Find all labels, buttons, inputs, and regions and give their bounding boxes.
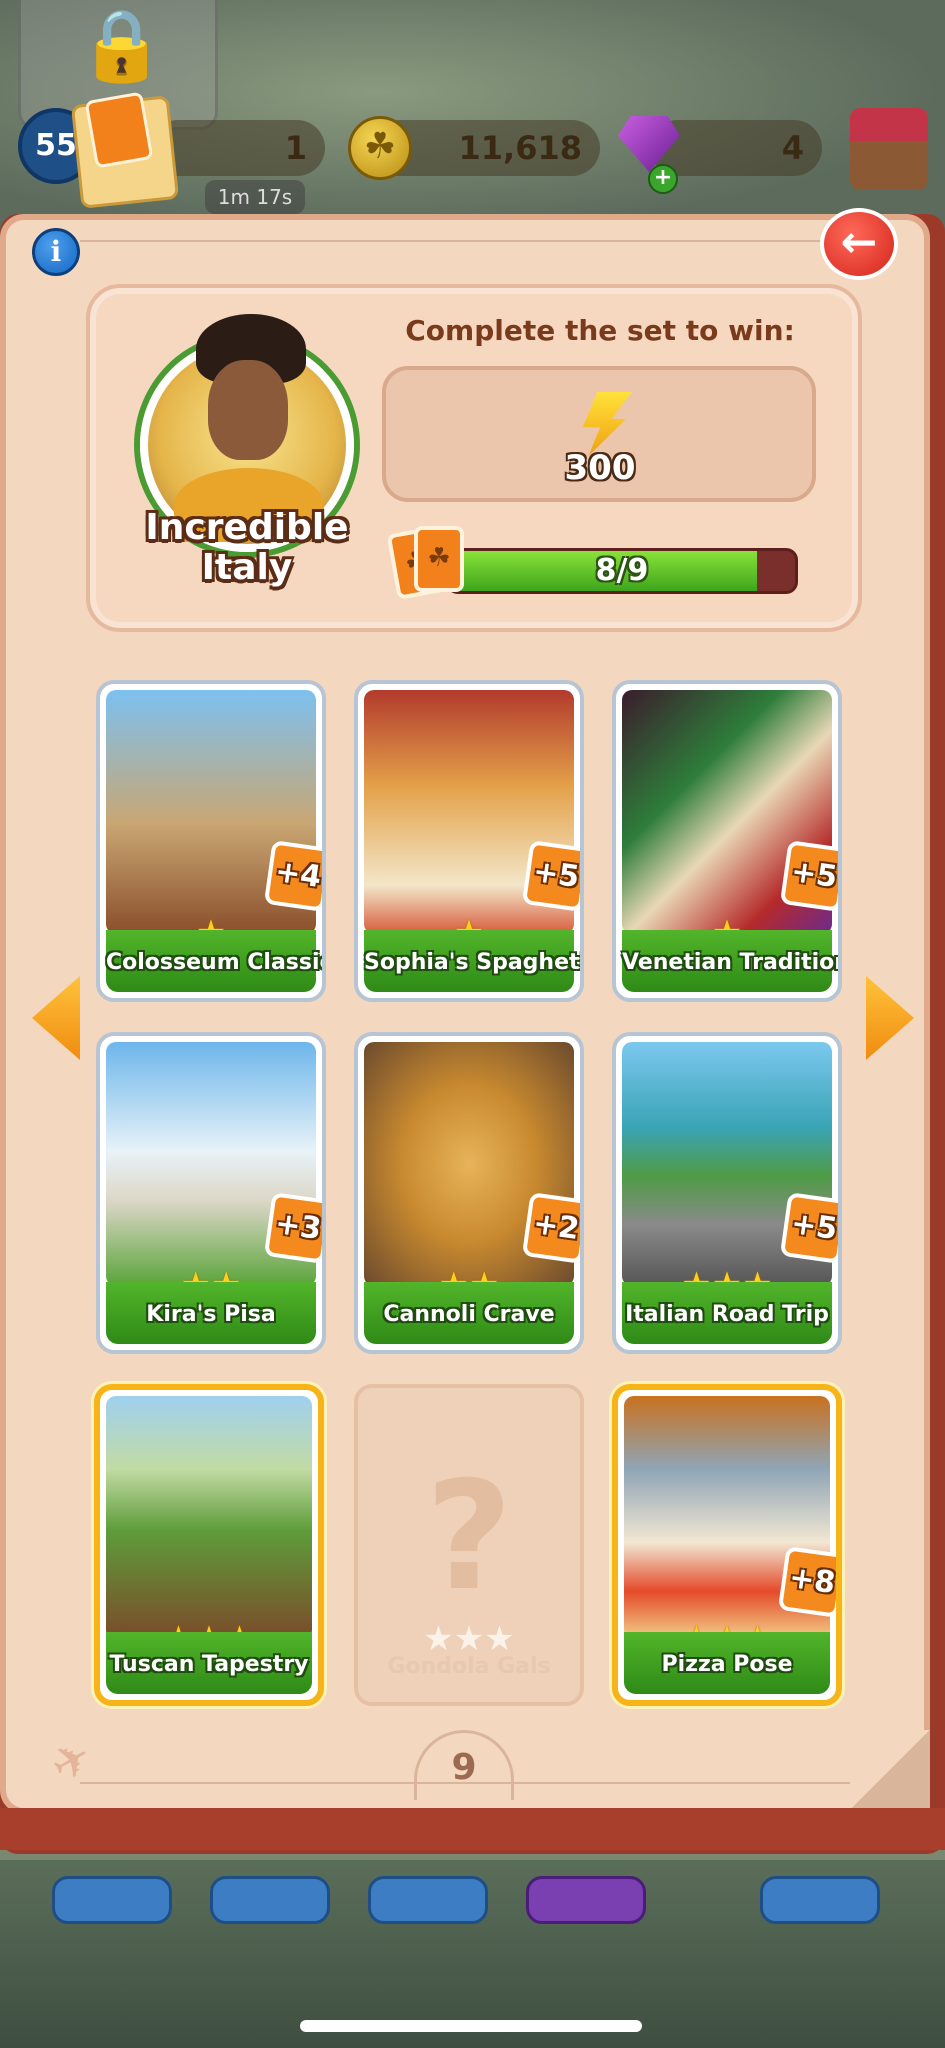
duplicate-count-badge: +5 (521, 840, 580, 912)
card-name: Tuscan Tapestry (106, 1632, 312, 1694)
portrait-face (208, 360, 288, 460)
set-progress-text: 8/9 (595, 553, 649, 588)
page-divider-top (80, 240, 830, 242)
card-gondola-gals-missing[interactable]: ? ★★★ Gondola Gals (354, 1384, 584, 1706)
card-venetian-tradition[interactable]: ★ +5 Venetian Tradition (612, 680, 842, 1002)
coin-icon: ☘ (348, 116, 412, 180)
padlock-icon: 🔒 (78, 4, 166, 86)
shop-stall-icon[interactable] (850, 108, 928, 190)
card-stack-icon: ☘ ☘ (386, 526, 472, 606)
duplicate-count-badge: +2 (521, 1192, 580, 1264)
card-name: Venetian Tradition (622, 930, 838, 992)
bottom-nav-tab[interactable] (526, 1876, 646, 1924)
card-name: Pizza Pose (624, 1632, 830, 1694)
pack-timer: 1m 17s (205, 180, 305, 214)
bottom-nav-tab[interactable] (210, 1876, 330, 1924)
card-art (106, 1396, 312, 1640)
card-name: Sophia's Spaghetti (364, 930, 580, 992)
page-curl[interactable] (850, 1730, 930, 1810)
add-gems-button[interactable]: + (648, 164, 678, 194)
card-colosseum-classic[interactable]: ★ +4 Colosseum Classic (96, 680, 326, 1002)
card-tuscan-tapestry[interactable]: ★★★ Tuscan Tapestry (94, 1384, 324, 1706)
bottom-nav-tab[interactable] (368, 1876, 488, 1924)
duplicate-count-badge: +3 (263, 1192, 322, 1264)
card-back-icon: ☘ (414, 526, 464, 592)
card-sophias-spaghetti[interactable]: ★ +5 Sophia's Spaghetti (354, 680, 584, 1002)
duplicate-count-badge: +5 (779, 1192, 838, 1264)
card-kiras-pisa[interactable]: ★★ +3 Kira's Pisa (96, 1032, 326, 1354)
card-name: Kira's Pisa (106, 1282, 316, 1344)
card-pack-counter[interactable]: 1 (150, 120, 325, 176)
reward-label: Complete the set to win: (405, 314, 795, 347)
reward-value: 300 (564, 448, 636, 488)
duplicate-count-badge: +8 (777, 1546, 836, 1618)
missing-card-question-icon: ? (425, 1450, 513, 1624)
card-pack-card-icon (84, 91, 154, 169)
card-pizza-pose[interactable]: ★★★ +8 Pizza Pose (612, 1384, 842, 1706)
duplicate-count-badge: +5 (779, 840, 838, 912)
gem-counter[interactable]: 4 (650, 120, 822, 176)
back-button[interactable]: ← (820, 208, 898, 280)
set-title: Incredible Italy (145, 507, 349, 588)
home-indicator[interactable] (300, 2020, 642, 2032)
set-progress-bar: 8/9 (446, 548, 798, 594)
card-name: Colosseum Classic (106, 930, 322, 992)
card-name: Cannoli Crave (364, 1282, 574, 1344)
bottom-nav-tab[interactable] (52, 1876, 172, 1924)
card-name: Italian Road Trip (622, 1282, 832, 1344)
bottom-nav-tab[interactable] (760, 1876, 880, 1924)
duplicate-count-badge: +4 (263, 840, 322, 912)
info-button[interactable]: i (32, 228, 80, 276)
card-name: Gondola Gals (387, 1654, 551, 1679)
album-book-spine (0, 1808, 945, 1850)
card-cannoli-crave[interactable]: ★★ +2 Cannoli Crave (354, 1032, 584, 1354)
card-italian-road-trip[interactable]: ★★★ +5 Italian Road Trip (612, 1032, 842, 1354)
